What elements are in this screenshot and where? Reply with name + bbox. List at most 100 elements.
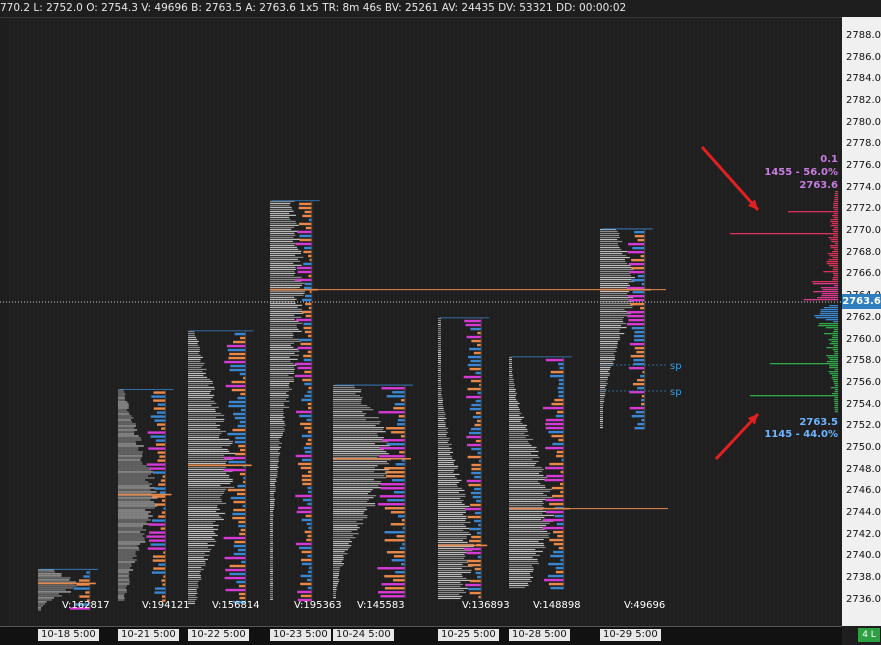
tpo-row — [118, 555, 137, 557]
tpo-row — [438, 351, 441, 354]
tpo-row — [270, 358, 298, 360]
tpo-row — [509, 552, 536, 555]
tpo-row — [118, 475, 148, 477]
tpo-row — [118, 569, 134, 571]
volume-bar — [468, 483, 482, 487]
tpo-row — [118, 477, 155, 479]
tpo-row — [333, 405, 368, 407]
tpo-row — [188, 496, 221, 499]
volume-bar — [155, 439, 166, 442]
tpo-row — [438, 413, 446, 416]
tpo-row — [600, 280, 635, 283]
volume-bar — [545, 466, 564, 470]
tpo-row — [188, 574, 201, 577]
tpo-row — [333, 535, 353, 537]
tpo-row — [509, 502, 545, 505]
tpo-row — [438, 501, 462, 504]
tpo-row — [438, 411, 445, 414]
tpo-row — [270, 508, 274, 510]
volume-bar — [380, 487, 405, 490]
tpo-row — [270, 454, 280, 456]
volume-bar — [477, 575, 482, 579]
tpo-row — [509, 526, 546, 529]
tpo-row — [438, 331, 441, 334]
price-axis[interactable]: 2788.0 2786.0 2784.0 2782.0 2780.0 2778.0 2776… — [842, 17, 881, 626]
ask-depth-bar — [834, 199, 838, 201]
tpo-row — [270, 472, 278, 474]
tpo-row — [118, 537, 145, 539]
volume-bar — [551, 486, 564, 490]
live-badge[interactable]: 4 L — [858, 628, 880, 642]
tpo-row — [509, 554, 540, 557]
volume-bar — [85, 591, 90, 594]
ask-depth-bar — [833, 231, 838, 233]
tpo-row — [270, 328, 299, 330]
tpo-row — [333, 437, 384, 439]
tpo-row — [270, 538, 273, 540]
volume-bar — [235, 436, 246, 440]
tpo-row — [118, 491, 157, 493]
tpo-row — [509, 548, 536, 551]
tpo-row — [188, 588, 197, 591]
tpo-row — [600, 328, 621, 331]
tpo-row — [38, 581, 77, 583]
tpo-row — [188, 508, 220, 511]
volume-bar — [476, 499, 482, 503]
bid-depth-bar — [750, 395, 838, 397]
tpo-row — [333, 555, 344, 557]
tpo-row — [270, 458, 279, 460]
tpo-row — [438, 553, 465, 556]
tpo-row — [438, 333, 441, 336]
volume-bar — [238, 520, 246, 524]
tpo-row — [118, 513, 149, 515]
tpo-row — [438, 369, 441, 372]
volume-bar — [152, 559, 166, 562]
price-tick-label: 2762.0 — [846, 311, 881, 323]
price-tick-label: 2770.0 — [846, 225, 881, 237]
volume-bar — [475, 439, 482, 443]
volume-bar — [234, 332, 246, 336]
volume-bar — [295, 454, 312, 458]
tpo-row — [38, 577, 71, 579]
volume-bar — [474, 423, 482, 427]
volume-bar — [470, 491, 482, 495]
session-volume-label: V:162817 — [62, 600, 110, 611]
volume-bar — [386, 443, 405, 446]
ask-depth-bar — [832, 269, 838, 271]
tpo-row — [333, 391, 361, 393]
tpo-row — [118, 583, 130, 585]
tpo-row — [118, 399, 125, 401]
volume-bar — [301, 518, 312, 522]
tpo-row — [600, 258, 625, 261]
volume-bar — [234, 440, 246, 444]
tpo-row — [438, 321, 441, 324]
tpo-row — [188, 428, 221, 431]
tpo-row — [509, 460, 539, 463]
tpo-row — [270, 584, 273, 586]
tpo-row — [438, 417, 447, 420]
time-axis[interactable]: 10-18 5:00 10-21 5:00 10-22 5:00 10-23 5:00… — [0, 626, 842, 645]
volume-bar — [393, 491, 405, 494]
session-date-label: 10-18 5:00 — [38, 629, 99, 641]
volume-bar — [299, 238, 312, 242]
tpo-row — [270, 498, 276, 500]
tpo-row — [438, 517, 467, 520]
tpo-row — [438, 481, 460, 484]
volume-bar — [627, 250, 645, 254]
tpo-row — [509, 394, 517, 397]
tpo-row — [188, 592, 198, 595]
status-bar: 770.2 L: 2752.0 O: 2754.3 V: 49696 B: 27… — [0, 0, 842, 18]
tpo-row — [270, 382, 290, 384]
tpo-row — [438, 471, 454, 474]
tpo-row — [188, 590, 197, 593]
tpo-row — [333, 589, 337, 591]
tpo-row — [118, 519, 152, 521]
tpo-row — [270, 240, 293, 242]
ask-depth-bar — [788, 211, 838, 213]
volume-bar — [294, 362, 312, 366]
tpo-row — [188, 376, 208, 379]
volume-bar — [633, 334, 645, 338]
tpo-row — [38, 599, 52, 601]
tpo-row — [600, 346, 618, 349]
chart-canvas[interactable]: V:162817 V:194121 V:156814 V:195363 V:145583… — [0, 17, 842, 626]
